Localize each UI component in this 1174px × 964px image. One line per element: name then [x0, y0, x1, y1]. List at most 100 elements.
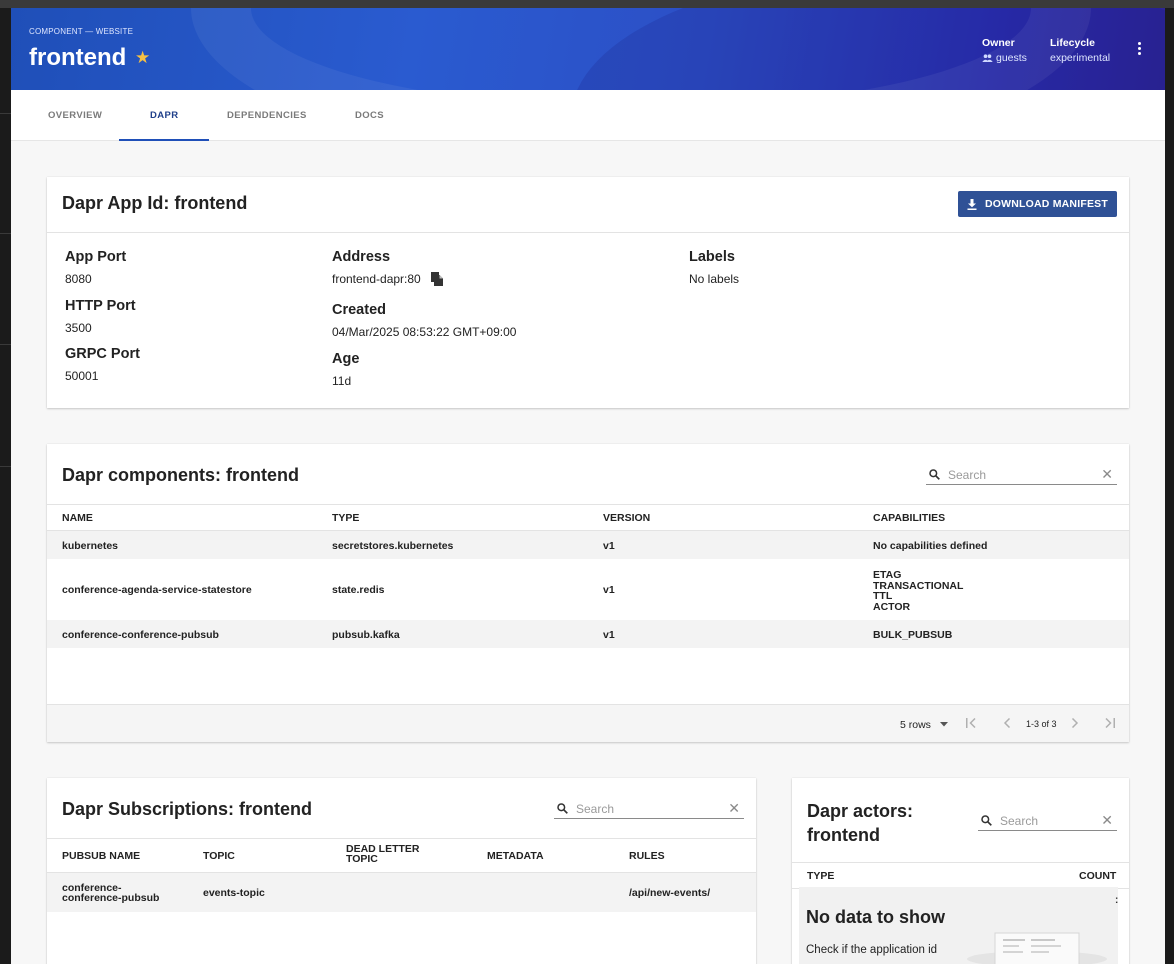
copy-icon[interactable] — [430, 272, 443, 286]
column-header-name[interactable]: NAME — [62, 512, 93, 524]
group-icon — [982, 54, 993, 62]
address-label: Address — [332, 249, 391, 265]
tab-docs[interactable]: DOCS — [355, 110, 384, 121]
cell-capabilities: No capabilities defined — [873, 540, 988, 552]
right-gutter — [1165, 8, 1174, 964]
components-card: Dapr components: frontend Search ✕ NAME … — [47, 444, 1129, 742]
clear-search-icon[interactable]: ✕ — [1101, 812, 1113, 829]
column-header-pubsub-name[interactable]: PUBSUB NAME — [62, 850, 140, 862]
cell-type: secretstores.kubernetes — [332, 540, 454, 552]
clear-search-icon[interactable]: ✕ — [1101, 466, 1113, 483]
actors-title-line2: frontend — [807, 825, 880, 845]
cell-rules: /api/new-events/ — [629, 887, 711, 899]
download-icon — [967, 198, 977, 210]
app-port-label: App Port — [65, 249, 127, 265]
age-value: 11d — [332, 374, 352, 388]
page-title: frontend — [29, 44, 127, 71]
grpc-port-label: GRPC Port — [65, 346, 140, 362]
cell-name: kubernetes — [62, 540, 119, 552]
column-header-type[interactable]: TYPE — [332, 512, 359, 524]
app-id-title: Dapr App Id: frontend — [62, 193, 248, 213]
grpc-port-field: GRPC Port 50001 — [65, 346, 140, 383]
actors-search[interactable]: Search ✕ — [978, 811, 1117, 831]
column-header-topic[interactable]: TOPIC — [203, 850, 235, 862]
app-port-field: App Port 8080 — [65, 249, 126, 286]
address-value: frontend-dapr:80 — [332, 272, 421, 286]
cell-capability: TTL — [873, 590, 893, 602]
cell-version: v1 — [603, 629, 615, 641]
cell-pubsub-name: conference-pubsub — [62, 892, 160, 904]
labels-value: No labels — [689, 272, 740, 286]
lifecycle-value: experimental — [1050, 52, 1111, 64]
components-search-input[interactable]: Search — [948, 468, 1101, 482]
clear-search-icon[interactable]: ✕ — [728, 800, 740, 817]
actors-title-line1: Dapr actors: — [807, 801, 914, 821]
http-port-field: HTTP Port 3500 — [65, 298, 136, 335]
table-row: conference-conference-pubsub pubsub.kafk… — [47, 620, 1129, 648]
window-top-strip — [0, 0, 1174, 8]
owner-info: Owner guests — [982, 37, 1027, 64]
active-tab-indicator — [119, 139, 209, 141]
address-field: Address frontend-dapr:80 — [332, 249, 443, 286]
entity-header: COMPONENT — WEBSITE frontend ★ Owner gue… — [11, 8, 1165, 90]
empty-state-illustration-icon — [967, 932, 1107, 964]
components-search[interactable]: Search ✕ — [926, 465, 1117, 485]
pagination-range: 1-3 of 3 — [1026, 719, 1057, 729]
divider — [47, 504, 1129, 505]
table-row: conference-agenda-service-statestore sta… — [47, 559, 1129, 620]
column-header-rules[interactable]: RULES — [629, 850, 665, 862]
column-header-capabilities[interactable]: CAPABILITIES — [873, 512, 945, 524]
subscriptions-title: Dapr Subscriptions: frontend — [62, 799, 313, 819]
favorite-star-icon[interactable]: ★ — [135, 48, 150, 68]
age-field: Age 11d — [332, 351, 359, 388]
column-header-count[interactable]: COUNT — [1079, 870, 1116, 882]
column-header-type[interactable]: TYPE — [807, 870, 834, 882]
page: COMPONENT — WEBSITE frontend ★ Owner gue… — [11, 8, 1165, 964]
subscriptions-card: Dapr Subscriptions: frontend Search ✕ PU… — [47, 778, 756, 964]
labels-label: Labels — [689, 249, 735, 265]
cell-version: v1 — [603, 540, 615, 552]
http-port-label: HTTP Port — [65, 298, 136, 314]
search-icon — [929, 469, 940, 480]
cell-capability: ACTOR — [873, 600, 911, 613]
tab-dapr[interactable]: DAPR — [150, 110, 179, 121]
owner-link[interactable]: guests — [996, 52, 1027, 64]
previous-page-icon[interactable] — [1003, 718, 1011, 728]
tab-dependencies[interactable]: DEPENDENCIES — [227, 110, 307, 121]
app-id-card: Dapr App Id: frontend DOWNLOAD MANIFEST … — [47, 177, 1129, 408]
search-icon — [557, 803, 568, 814]
cell-capabilities: BULK_PUBSUB — [873, 629, 953, 641]
download-manifest-button[interactable]: DOWNLOAD MANIFEST — [958, 191, 1117, 217]
breadcrumb: COMPONENT — WEBSITE — [29, 27, 134, 36]
more-options-icon[interactable] — [1138, 42, 1142, 57]
dropdown-arrow-icon[interactable] — [940, 722, 948, 727]
cell-name: conference-agenda-service-statestore — [62, 584, 252, 596]
next-page-icon[interactable] — [1071, 718, 1079, 728]
app-port-value: 8080 — [65, 272, 92, 286]
grpc-port-value: 50001 — [65, 369, 99, 383]
cell-capability: ETAG — [873, 569, 902, 581]
left-gutter — [0, 8, 11, 964]
table-pagination: 5 rows 1-3 of 3 — [47, 704, 1129, 742]
column-header-metadata[interactable]: METADATA — [487, 850, 544, 862]
subscriptions-search-input[interactable]: Search — [576, 802, 728, 816]
column-header-dead-letter-topic[interactable]: DEAD LETTER TOPIC — [346, 844, 426, 865]
divider — [792, 862, 1129, 863]
created-field: Created 04/Mar/2025 08:53:22 GMT+09:00 — [332, 302, 516, 339]
column-header-version[interactable]: VERSION — [603, 512, 650, 524]
tab-overview[interactable]: OVERVIEW — [48, 110, 102, 121]
actors-title: Dapr actors: frontend — [807, 799, 913, 847]
table-row: conference- conference-pubsub events-top… — [47, 873, 756, 912]
last-page-icon[interactable] — [1104, 718, 1116, 728]
overflow-marker: : — [1115, 895, 1118, 906]
actors-search-input[interactable]: Search — [1000, 814, 1101, 828]
rows-per-page-select[interactable]: 5 rows — [900, 719, 931, 731]
created-label: Created — [332, 302, 386, 318]
age-label: Age — [332, 351, 360, 367]
download-manifest-label: DOWNLOAD MANIFEST — [985, 198, 1108, 210]
subscriptions-search[interactable]: Search ✕ — [554, 799, 744, 819]
owner-label: Owner — [982, 37, 1015, 49]
empty-state: No data to show Check if the application… — [799, 887, 1118, 964]
empty-state-title: No data to show — [806, 907, 945, 927]
first-page-icon[interactable] — [965, 718, 977, 728]
